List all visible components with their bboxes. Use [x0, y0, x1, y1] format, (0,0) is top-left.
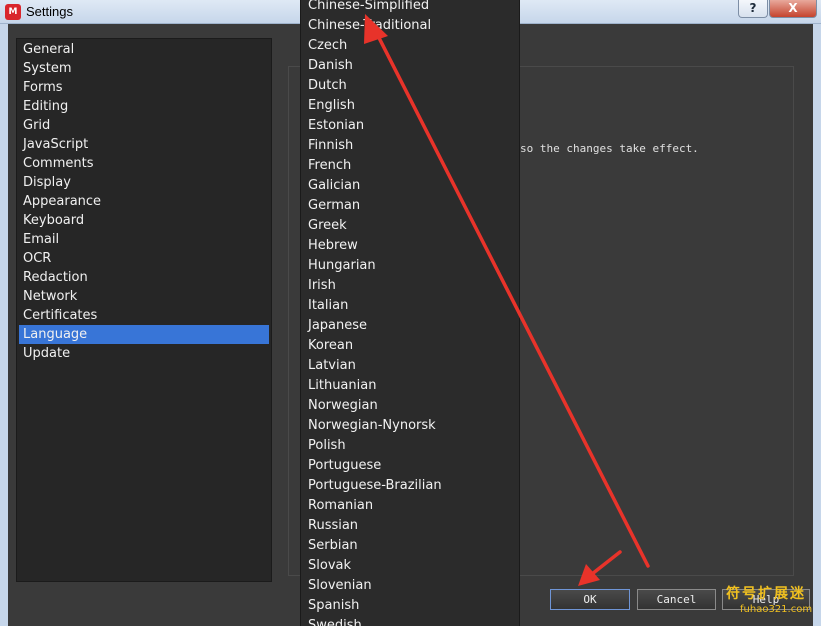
category-item-language[interactable]: Language: [19, 325, 269, 344]
language-option-norwegian-nynorsk[interactable]: Norwegian-Nynorsk: [301, 416, 519, 436]
window-border-left: [0, 24, 8, 626]
language-option-slovenian[interactable]: Slovenian: [301, 576, 519, 596]
category-item-update[interactable]: Update: [19, 344, 269, 363]
watermark-cn-text: 符号扩展迷: [726, 586, 806, 602]
category-item-keyboard[interactable]: Keyboard: [19, 211, 269, 230]
language-option-norwegian[interactable]: Norwegian: [301, 396, 519, 416]
category-item-comments[interactable]: Comments: [19, 154, 269, 173]
language-option-irish[interactable]: Irish: [301, 276, 519, 296]
language-option-portuguese-brazilian[interactable]: Portuguese-Brazilian: [301, 476, 519, 496]
language-dropdown-list[interactable]: Chinese-Simplified Chinese-Traditional Cze…: [300, 0, 520, 626]
language-option-japanese[interactable]: Japanese: [301, 316, 519, 336]
app-logo-icon: M: [5, 4, 21, 20]
language-option-russian[interactable]: Russian: [301, 516, 519, 536]
window-title: Settings: [26, 4, 73, 19]
language-option-portuguese[interactable]: Portuguese: [301, 456, 519, 476]
language-option-estonian[interactable]: Estonian: [301, 116, 519, 136]
category-item-javascript[interactable]: JavaScript: [19, 135, 269, 154]
close-window-button[interactable]: X: [769, 0, 817, 18]
category-item-editing[interactable]: Editing: [19, 97, 269, 116]
category-item-redaction[interactable]: Redaction: [19, 268, 269, 287]
category-item-forms[interactable]: Forms: [19, 78, 269, 97]
settings-category-list[interactable]: General System Forms Editing Grid JavaScript C…: [16, 38, 272, 582]
category-item-general[interactable]: General: [19, 40, 269, 59]
language-option-lithuanian[interactable]: Lithuanian: [301, 376, 519, 396]
category-item-certificates[interactable]: Certificates: [19, 306, 269, 325]
language-option-slovak[interactable]: Slovak: [301, 556, 519, 576]
language-option-spanish[interactable]: Spanish: [301, 596, 519, 616]
category-item-ocr[interactable]: OCR: [19, 249, 269, 268]
language-option-korean[interactable]: Korean: [301, 336, 519, 356]
language-option-english[interactable]: English: [301, 96, 519, 116]
language-option-chinese-simplified[interactable]: Chinese-Simplified: [301, 0, 519, 16]
language-option-chinese-traditional[interactable]: Chinese-Traditional: [301, 16, 519, 36]
category-item-display[interactable]: Display: [19, 173, 269, 192]
language-option-italian[interactable]: Italian: [301, 296, 519, 316]
language-option-german[interactable]: German: [301, 196, 519, 216]
category-item-grid[interactable]: Grid: [19, 116, 269, 135]
language-option-finnish[interactable]: Finnish: [301, 136, 519, 156]
language-option-dutch[interactable]: Dutch: [301, 76, 519, 96]
language-option-greek[interactable]: Greek: [301, 216, 519, 236]
ok-button[interactable]: OK: [550, 589, 630, 610]
cancel-button[interactable]: Cancel: [637, 589, 716, 610]
language-option-polish[interactable]: Polish: [301, 436, 519, 456]
category-item-system[interactable]: System: [19, 59, 269, 78]
language-option-swedish[interactable]: Swedish: [301, 616, 519, 626]
watermark-url-text: fuhao321.com: [740, 604, 813, 615]
language-option-hebrew[interactable]: Hebrew: [301, 236, 519, 256]
language-option-hungarian[interactable]: Hungarian: [301, 256, 519, 276]
category-item-appearance[interactable]: Appearance: [19, 192, 269, 211]
language-option-danish[interactable]: Danish: [301, 56, 519, 76]
restart-note-text: so the changes take effect.: [520, 142, 699, 155]
language-option-serbian[interactable]: Serbian: [301, 536, 519, 556]
category-item-network[interactable]: Network: [19, 287, 269, 306]
language-option-galician[interactable]: Galician: [301, 176, 519, 196]
language-option-french[interactable]: French: [301, 156, 519, 176]
language-option-latvian[interactable]: Latvian: [301, 356, 519, 376]
language-option-czech[interactable]: Czech: [301, 36, 519, 56]
language-option-romanian[interactable]: Romanian: [301, 496, 519, 516]
window-border-right: [813, 24, 821, 626]
help-title-button[interactable]: ?: [738, 0, 768, 18]
category-item-email[interactable]: Email: [19, 230, 269, 249]
